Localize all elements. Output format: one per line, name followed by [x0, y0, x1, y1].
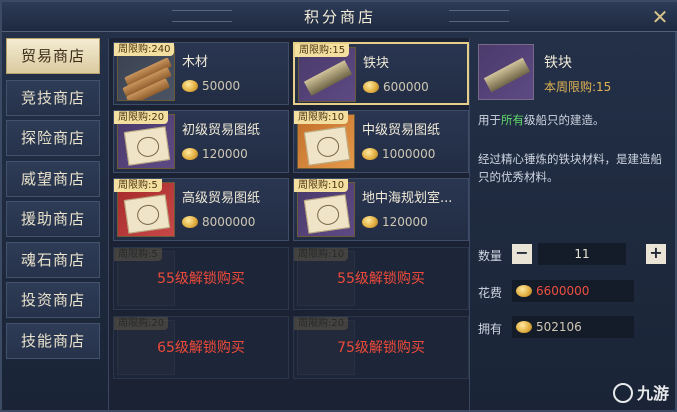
sidebar-item-prestige-shop[interactable]: 威望商店: [6, 161, 100, 197]
sidebar-item-explore-shop[interactable]: 探险商店: [6, 120, 100, 156]
item-name: 高级贸易图纸: [182, 191, 261, 206]
title-ornament-left: [172, 10, 232, 22]
shop-item-card[interactable]: 周限购:20 初级贸易图纸 120000: [113, 110, 289, 173]
coin-icon: [516, 321, 532, 333]
locked-item-card: 周限购:20 65级解锁购买: [113, 316, 289, 379]
limit-badge: 周限购:20: [294, 317, 349, 330]
limit-badge: 周限购:5: [114, 179, 162, 192]
limit-badge: 周限购:10: [294, 179, 349, 192]
unlock-requirement: 65级解锁购买: [157, 340, 245, 356]
coin-icon: [363, 81, 379, 93]
sidebar-item-arena-shop[interactable]: 竞技商店: [6, 80, 100, 116]
item-price: 1000000: [362, 147, 435, 161]
unlock-requirement: 75级解锁购买: [337, 340, 425, 356]
sidebar-item-skill-shop[interactable]: 技能商店: [6, 323, 100, 359]
shop-item-card[interactable]: 周限购:5 高级贸易图纸 8000000: [113, 178, 289, 241]
locked-item-card: 周限购:20 75级解锁购买: [293, 316, 469, 379]
coin-icon: [516, 285, 532, 297]
title-ornament-right: [449, 10, 509, 22]
sidebar-item-invest-shop[interactable]: 投资商店: [6, 282, 100, 318]
shop-item-grid: 周限购:240 木材 50000 周限购:15 铁块 600000 周限购:20…: [108, 38, 470, 410]
coin-icon: [182, 216, 198, 228]
shop-sidebar: 贸易商店 竞技商店 探险商店 威望商店 援助商店 魂石商店 投资商店 技能商店: [6, 36, 102, 411]
locked-item-card: 周限购:10 55级解锁购买: [293, 247, 469, 310]
quantity-decrease-button[interactable]: −: [512, 244, 532, 264]
item-price: 600000: [363, 80, 429, 94]
coin-icon: [182, 148, 198, 160]
iron-ingot-icon: [478, 44, 534, 100]
item-price: 120000: [182, 147, 248, 161]
owned-value: 502106: [512, 316, 634, 338]
shop-item-card[interactable]: 周限购:15 铁块 600000: [293, 42, 469, 105]
cost-label: 花费: [478, 286, 503, 300]
locked-item-card: 周限购:5 55级解锁购买: [113, 247, 289, 310]
item-name: 中级贸易图纸: [362, 123, 441, 138]
limit-badge: 周限购:20: [114, 317, 169, 330]
shop-item-card[interactable]: 周限购:10 中级贸易图纸 1000000: [293, 110, 469, 173]
detail-weekly-limit: 本周限购:15: [544, 80, 612, 94]
shop-window: 积分商店 ✕ 贸易商店 竞技商店 探险商店 威望商店 援助商店 魂石商店 投资商…: [0, 0, 677, 412]
item-price: 8000000: [182, 215, 255, 229]
shop-item-card[interactable]: 周限购:10 地中海规划室... 120000: [293, 178, 469, 241]
sidebar-item-aid-shop[interactable]: 援助商店: [6, 201, 100, 237]
item-price: 120000: [362, 215, 428, 229]
limit-badge: 周限购:240: [114, 43, 175, 56]
close-icon[interactable]: ✕: [649, 6, 671, 28]
quantity-input[interactable]: 11: [538, 243, 626, 265]
detail-usage-text: 用于所有级船只的建造。: [478, 113, 605, 127]
item-name: 铁块: [363, 56, 390, 71]
detail-item-name: 铁块: [544, 55, 572, 71]
site-watermark: 九游: [612, 380, 669, 404]
window-title: 积分商店: [303, 8, 376, 26]
owned-label: 拥有: [478, 322, 503, 336]
item-name: 地中海规划室...: [362, 191, 453, 206]
limit-badge: 周限购:10: [294, 111, 349, 124]
limit-badge: 周限购:15: [295, 44, 350, 57]
cost-value: 6600000: [512, 280, 634, 302]
item-name: 初级贸易图纸: [182, 123, 261, 138]
sidebar-item-trade-shop[interactable]: 贸易商店: [6, 38, 100, 74]
logo-icon: [612, 383, 633, 403]
item-name: 木材: [182, 55, 209, 70]
shop-item-card[interactable]: 周限购:240 木材 50000: [113, 42, 289, 105]
title-bar: 积分商店 ✕: [2, 2, 677, 32]
coin-icon: [362, 148, 378, 160]
detail-description: 经过精心锤炼的铁块材料，是建造船只的优秀材料。: [478, 152, 662, 184]
quantity-increase-button[interactable]: +: [646, 244, 666, 264]
limit-badge: 周限购:20: [114, 111, 169, 124]
quantity-label: 数量: [478, 249, 503, 263]
item-price: 50000: [182, 79, 240, 93]
unlock-requirement: 55级解锁购买: [157, 271, 245, 287]
coin-icon: [182, 80, 198, 92]
coin-icon: [362, 216, 378, 228]
limit-badge: 周限购:10: [294, 248, 349, 261]
limit-badge: 周限购:5: [114, 248, 162, 261]
sidebar-item-soulstone-shop[interactable]: 魂石商店: [6, 242, 100, 278]
item-detail-panel: 铁块 本周限购:15 用于所有级船只的建造。 经过精心锤炼的铁块材料，是建造船只…: [474, 38, 676, 410]
unlock-requirement: 55级解锁购买: [337, 271, 425, 287]
